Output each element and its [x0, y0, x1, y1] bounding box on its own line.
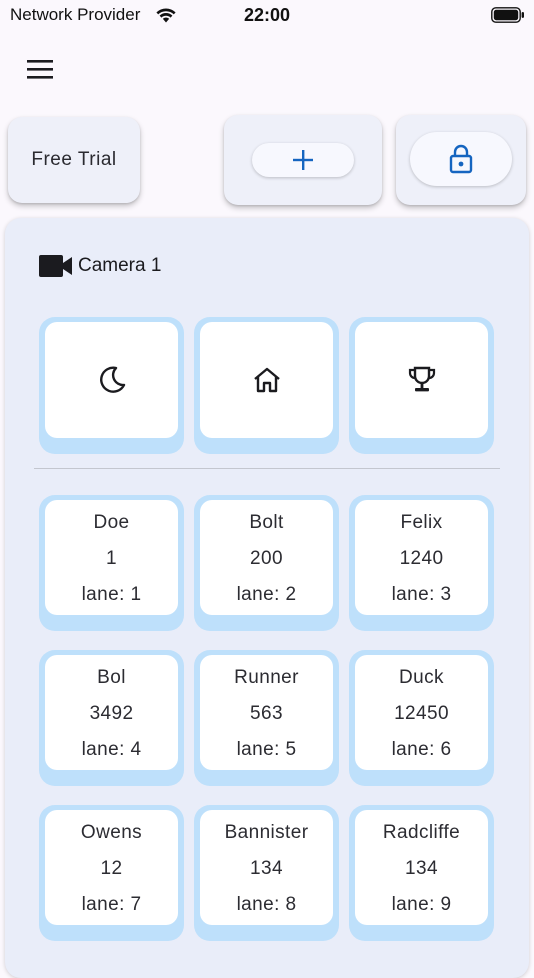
- lane-number: 1: [106, 548, 117, 569]
- camera-panel: Camera 1 Doe 1 lane: 1 Bolt 200 lane: 2 …: [5, 218, 529, 978]
- lane-name: Bol: [97, 667, 126, 688]
- lane-tile[interactable]: Doe 1 lane: 1: [39, 495, 184, 631]
- lane-tile[interactable]: Bolt 200 lane: 2: [194, 495, 339, 631]
- lane-name: Bannister: [224, 822, 309, 843]
- status-time: 22:00: [243, 5, 291, 25]
- trophy-icon: [408, 366, 435, 392]
- lane-tile-face: Owens 12 lane: 7: [45, 810, 178, 925]
- lane-number: 3492: [89, 703, 134, 724]
- lane-name: Bolt: [249, 512, 284, 533]
- lane-tile-face: Bolt 200 lane: 2: [200, 500, 333, 615]
- mode-tile-face: [200, 322, 333, 438]
- lane-number: 134: [250, 858, 283, 879]
- lane-label: lane: 2: [236, 584, 297, 605]
- lane-tile[interactable]: Bannister 134 lane: 8: [194, 805, 339, 941]
- lane-tile[interactable]: Duck 12450 lane: 6: [349, 650, 494, 786]
- mode-tile-night[interactable]: [39, 317, 184, 454]
- lane-tile[interactable]: Owens 12 lane: 7: [39, 805, 184, 941]
- lane-number: 134: [405, 858, 438, 879]
- lane-label: lane: 9: [391, 894, 452, 915]
- lane-tile[interactable]: Felix 1240 lane: 3: [349, 495, 494, 631]
- hamburger-menu-icon: [27, 59, 53, 79]
- mode-tile-trophy[interactable]: [349, 317, 494, 454]
- lane-name: Doe: [93, 512, 130, 533]
- lane-label: lane: 5: [236, 739, 297, 760]
- battery-icon: [491, 7, 524, 23]
- lane-label: lane: 8: [236, 894, 297, 915]
- mode-tile-home[interactable]: [194, 317, 339, 454]
- lane-label: lane: 3: [391, 584, 452, 605]
- lane-tile-face: Runner 563 lane: 5: [200, 655, 333, 770]
- camera-label: Camera 1: [78, 255, 162, 276]
- lane-number: 12: [100, 858, 123, 879]
- lane-tile-face: Doe 1 lane: 1: [45, 500, 178, 615]
- free-trial-button[interactable]: Free Trial: [8, 117, 140, 203]
- lane-tile-face: Radcliffe 134 lane: 9: [355, 810, 488, 925]
- lock-button[interactable]: [410, 132, 512, 186]
- lane-name: Duck: [399, 667, 444, 688]
- lane-number: 563: [250, 703, 283, 724]
- lane-name: Radcliffe: [382, 822, 461, 843]
- plus-icon: [293, 150, 313, 170]
- lane-tile-face: Duck 12450 lane: 6: [355, 655, 488, 770]
- lane-name: Felix: [400, 512, 443, 533]
- lane-tile[interactable]: Runner 563 lane: 5: [194, 650, 339, 786]
- lane-tile-face: Bannister 134 lane: 8: [200, 810, 333, 925]
- divider: [34, 468, 500, 469]
- lane-tile[interactable]: Radcliffe 134 lane: 9: [349, 805, 494, 941]
- status-bar: Network Provider 22:00: [0, 0, 534, 30]
- video-camera-icon: [39, 255, 72, 277]
- lane-name: Owens: [80, 822, 143, 843]
- lane-number: 1240: [399, 548, 444, 569]
- lane-tile-face: Felix 1240 lane: 3: [355, 500, 488, 615]
- lane-number: 12450: [394, 703, 449, 724]
- mode-tile-face: [355, 322, 488, 438]
- lane-name: Runner: [234, 667, 299, 688]
- lane-label: lane: 4: [81, 739, 142, 760]
- lane-number: 200: [250, 548, 283, 569]
- moon-icon: [99, 366, 125, 393]
- add-card: [224, 115, 382, 205]
- lock-card: [396, 115, 526, 205]
- home-icon: [253, 367, 280, 393]
- camera-header: Camera 1: [39, 255, 161, 277]
- lock-icon: [449, 144, 473, 174]
- lane-tile[interactable]: Bol 3492 lane: 4: [39, 650, 184, 786]
- lane-label: lane: 7: [81, 894, 142, 915]
- free-trial-label: Free Trial: [31, 149, 117, 170]
- lane-tile-face: Bol 3492 lane: 4: [45, 655, 178, 770]
- menu-button[interactable]: [22, 54, 58, 84]
- lane-label: lane: 1: [81, 584, 142, 605]
- add-button[interactable]: [252, 143, 354, 177]
- mode-tile-face: [45, 322, 178, 438]
- lane-label: lane: 6: [391, 739, 452, 760]
